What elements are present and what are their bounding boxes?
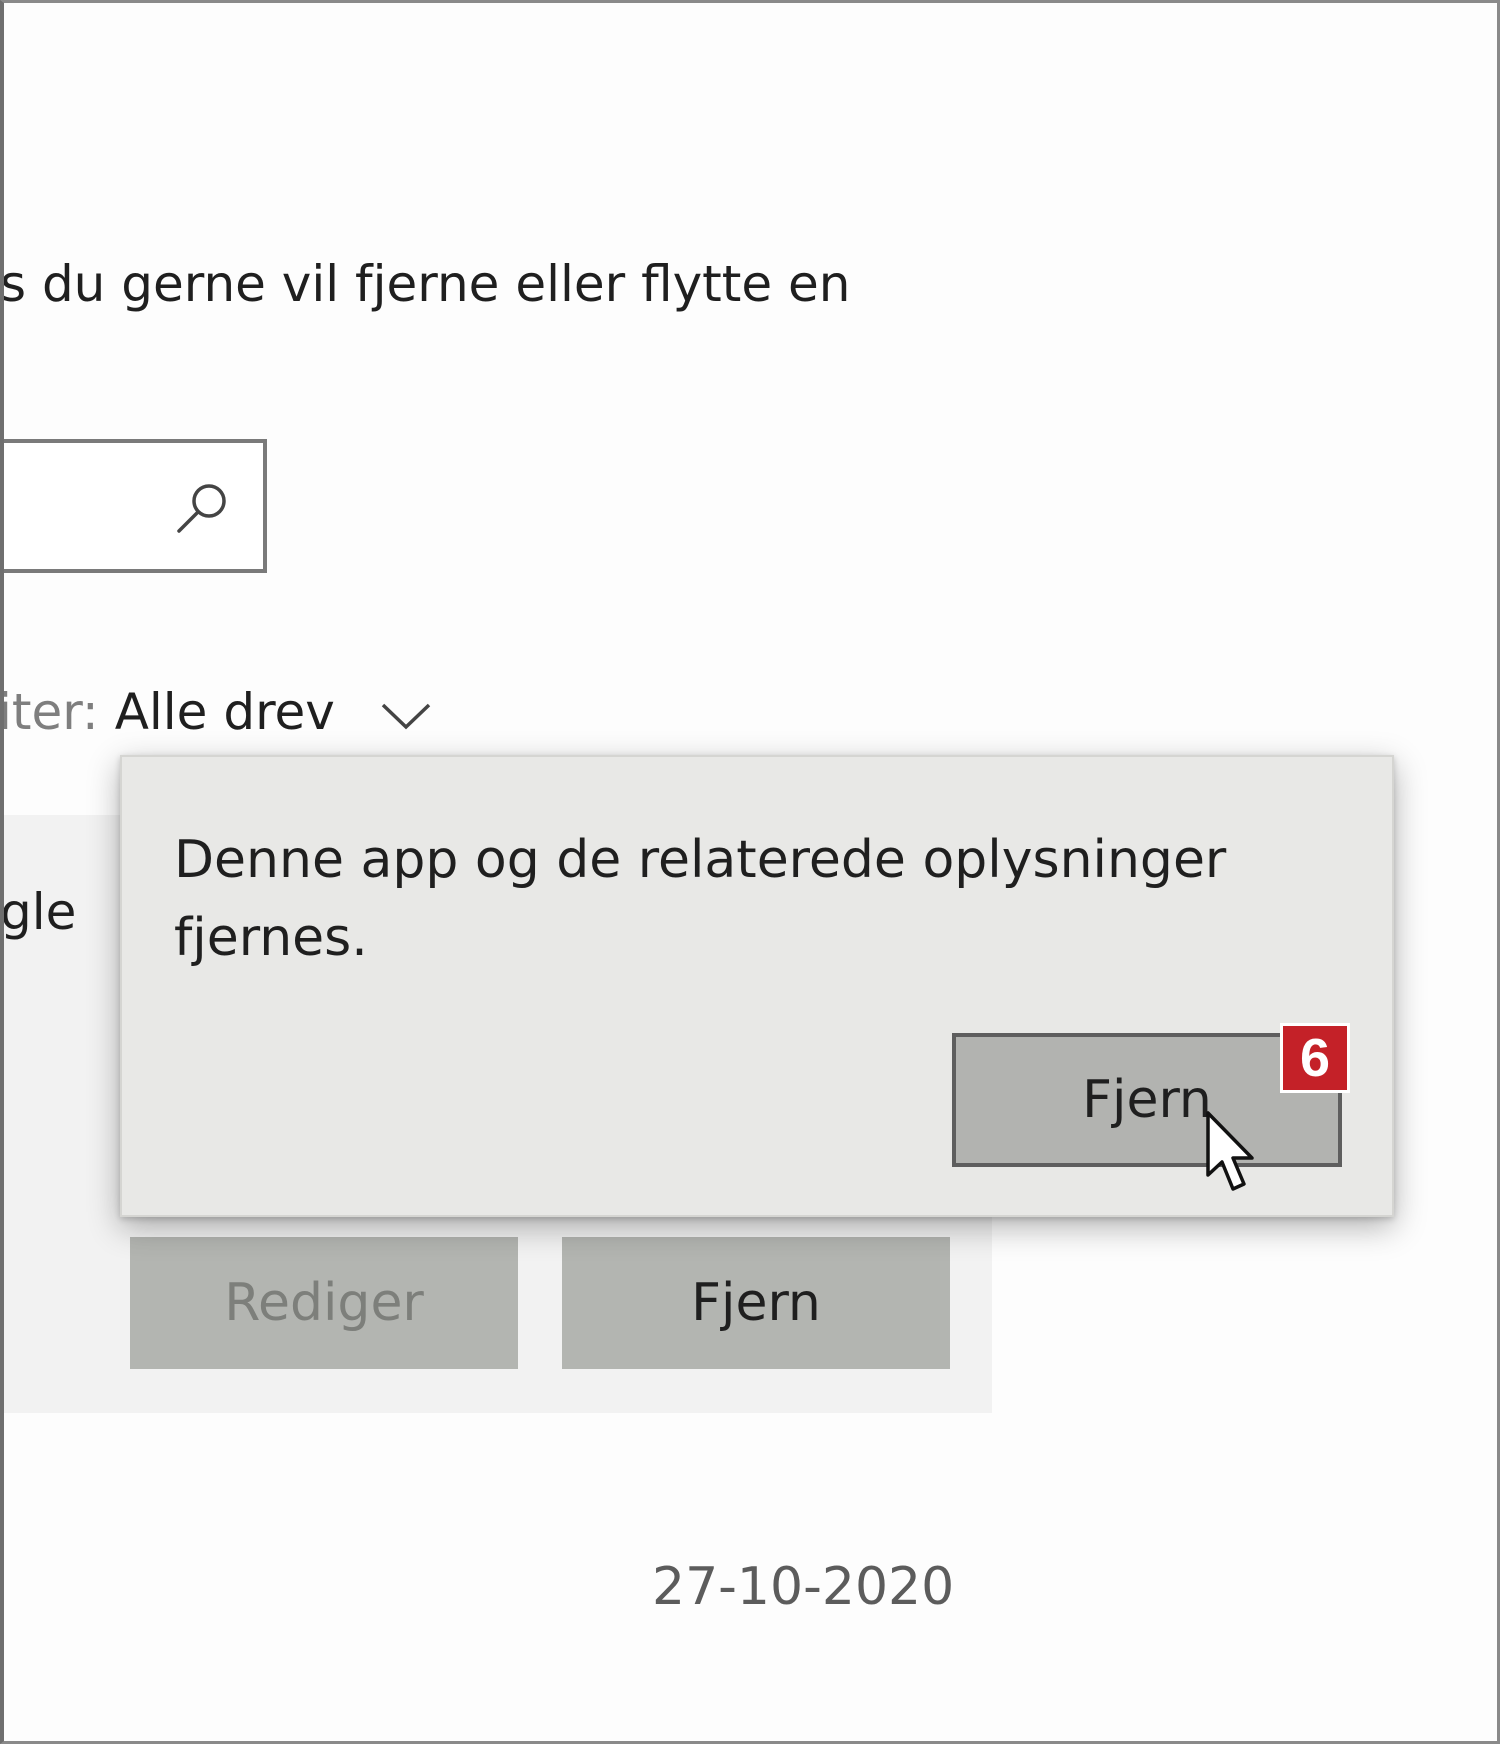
confirm-message: Denne app og de relaterede oplysninger f… — [174, 830, 1227, 968]
drive-filter[interactable]: iter: Alle drev — [0, 683, 433, 741]
filter-label: iter: — [0, 683, 99, 741]
filter-value[interactable]: Alle drev — [115, 683, 335, 741]
app-name-fragment: gle — [0, 883, 77, 941]
mouse-cursor-icon — [1206, 1111, 1254, 1191]
step-number-badge: 6 — [1280, 1023, 1350, 1093]
chevron-down-icon[interactable] — [379, 699, 433, 733]
remove-button[interactable]: Fjern — [562, 1237, 950, 1369]
uninstall-confirm-flyout: Denne app og de relaterede oplysninger f… — [120, 755, 1394, 1217]
edit-button[interactable]: Rediger — [130, 1237, 518, 1369]
app-install-date: 27-10-2020 — [652, 1557, 955, 1617]
intro-text: s du gerne vil fjerne eller flytte en — [0, 255, 851, 313]
settings-window: s du gerne vil fjerne eller flytte en it… — [0, 0, 1500, 1744]
search-input[interactable] — [4, 439, 267, 573]
search-icon[interactable] — [171, 477, 233, 539]
